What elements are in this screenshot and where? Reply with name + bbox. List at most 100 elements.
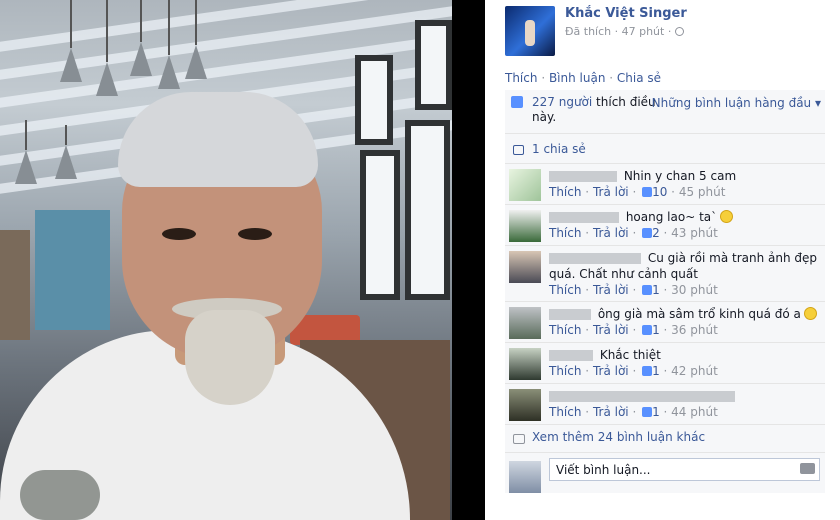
comment-like-link[interactable]: Thích xyxy=(549,283,581,297)
commenter-avatar[interactable] xyxy=(509,307,541,339)
view-more-comments-link[interactable]: Xem thêm 24 bình luận khác xyxy=(532,430,705,444)
person-eye-left xyxy=(162,228,196,240)
commenter-avatar[interactable] xyxy=(509,389,541,421)
comment-item: Cu già rồi mà tranh ảnh đẹp quá. Chất nh… xyxy=(505,246,825,302)
person-eye-right xyxy=(238,228,272,240)
comment-like-link[interactable]: Thích xyxy=(549,226,581,240)
comment-text: ông già mà sâm trổ kinh quá đó a xyxy=(597,307,801,321)
comment-composer: Viết bình luận... xyxy=(505,453,825,493)
commenter-name[interactable] xyxy=(549,350,593,361)
comment-item: hoang lao~ ta` Thích · Trả lời · 2 · 43 … xyxy=(505,205,825,246)
comment-like-link[interactable]: Thích xyxy=(549,323,581,337)
post-sidebar: Khắc Việt Singer Đã thích · 47 phút · Th… xyxy=(485,0,840,520)
smiley-icon xyxy=(803,307,817,320)
comment-reply-link[interactable]: Trả lời xyxy=(593,283,629,297)
share-icon xyxy=(513,145,524,155)
page-name[interactable]: Khắc Việt Singer xyxy=(565,6,687,21)
comment-input[interactable]: Viết bình luận... xyxy=(549,458,820,481)
comment-item: Thích · Trả lời · 1 · 44 phút xyxy=(505,384,825,425)
commenter-name[interactable] xyxy=(549,309,591,320)
comment-reply-link[interactable]: Trả lời xyxy=(593,364,629,378)
like-thumb-icon xyxy=(642,285,653,295)
comment-meta: Thích · Trả lời · 2 · 43 phút xyxy=(549,226,718,240)
comment-like-count[interactable]: 1 xyxy=(652,323,660,337)
commenter-avatar[interactable] xyxy=(509,348,541,380)
comment-reply-link[interactable]: Trả lời xyxy=(593,226,629,240)
comment-time[interactable]: 36 phút xyxy=(671,323,718,337)
shares-row: 1 chia sẻ xyxy=(505,134,825,164)
commenter-name[interactable] xyxy=(549,391,735,402)
commenter-name[interactable] xyxy=(549,171,617,182)
likes-summary: 227 người thích điều này. xyxy=(532,95,660,125)
share-action[interactable]: Chia sẻ xyxy=(617,71,661,85)
comment-body: Khắc thiệt Thích · Trả lời · 1 · 42 phút xyxy=(549,347,819,379)
comment-time[interactable]: 45 phút xyxy=(679,185,726,199)
comment-body: Nhin y chan 5 cam Thích · Trả lời · 10 ·… xyxy=(549,168,819,200)
comment-like-count[interactable]: 1 xyxy=(652,405,660,419)
person-hair xyxy=(118,92,318,187)
commenter-avatar[interactable] xyxy=(509,251,541,283)
like-thumb-icon xyxy=(511,96,523,108)
comment-body: Thích · Trả lời · 1 · 44 phút xyxy=(549,388,819,420)
photo-viewer xyxy=(0,0,485,520)
separator: · xyxy=(609,71,617,85)
smiley-icon xyxy=(720,210,734,223)
post-photo[interactable] xyxy=(0,0,452,520)
likes-count-link[interactable]: 227 người xyxy=(532,95,592,109)
comment-like-count[interactable]: 1 xyxy=(652,364,660,378)
comment-like-link[interactable]: Thích xyxy=(549,185,581,199)
comment-item: ông già mà sâm trổ kinh quá đó a Thích ·… xyxy=(505,302,825,343)
comment-like-count[interactable]: 2 xyxy=(652,226,660,240)
commenter-name[interactable] xyxy=(549,212,619,223)
comment-reply-link[interactable]: Trả lời xyxy=(593,185,629,199)
comment-time[interactable]: 44 phút xyxy=(671,405,718,419)
comment-reply-link[interactable]: Trả lời xyxy=(593,405,629,419)
comment-like-count[interactable]: 1 xyxy=(652,283,660,297)
like-action[interactable]: Thích xyxy=(505,71,537,85)
comment-meta: Thích · Trả lời · 1 · 30 phút xyxy=(549,283,718,297)
tattoo xyxy=(20,470,100,520)
commenter-name[interactable] xyxy=(549,253,641,264)
like-thumb-icon xyxy=(642,325,653,335)
commenter-avatar[interactable] xyxy=(509,210,541,242)
likes-row: 227 người thích điều này. Những bình luậ… xyxy=(505,90,825,134)
current-user-avatar xyxy=(509,461,541,493)
shares-count-link[interactable]: 1 chia sẻ xyxy=(532,142,586,156)
page-avatar[interactable] xyxy=(505,6,555,56)
like-thumb-icon xyxy=(642,228,653,238)
view-more-row: Xem thêm 24 bình luận khác xyxy=(505,425,825,453)
person-beard xyxy=(185,310,275,405)
comment-meta: Thích · Trả lời · 10 · 45 phút xyxy=(549,185,726,199)
comment-reply-link[interactable]: Trả lời xyxy=(593,323,629,337)
comment-item: Khắc thiệt Thích · Trả lời · 1 · 42 phút xyxy=(505,343,825,384)
post-meta-text: Đã thích · 47 phút · xyxy=(565,25,672,38)
comment-time[interactable]: 30 phút xyxy=(671,283,718,297)
comment-meta: Thích · Trả lời · 1 · 42 phút xyxy=(549,364,718,378)
comment-meta: Thích · Trả lời · 1 · 36 phút xyxy=(549,323,718,337)
feedback-panel: 227 người thích điều này. Những bình luậ… xyxy=(505,90,825,493)
comment-text: Nhin y chan 5 cam xyxy=(623,169,737,183)
like-thumb-icon xyxy=(642,187,653,197)
like-thumb-icon xyxy=(642,407,653,417)
globe-icon xyxy=(674,27,684,36)
comment-body: Cu già rồi mà tranh ảnh đẹp quá. Chất nh… xyxy=(549,250,819,298)
comment-icon xyxy=(513,434,525,444)
comment-body: hoang lao~ ta` Thích · Trả lời · 2 · 43 … xyxy=(549,209,819,241)
comment-item: Nhin y chan 5 cam Thích · Trả lời · 10 ·… xyxy=(505,164,825,205)
comment-meta: Thích · Trả lời · 1 · 44 phút xyxy=(549,405,718,419)
comment-text: hoang lao~ ta` xyxy=(625,210,718,224)
separator: · xyxy=(541,71,549,85)
comment-like-link[interactable]: Thích xyxy=(549,405,581,419)
camera-icon[interactable] xyxy=(800,463,815,474)
like-thumb-icon xyxy=(642,366,653,376)
comment-text: Khắc thiệt xyxy=(599,348,661,362)
comment-like-count[interactable]: 10 xyxy=(652,185,667,199)
post-meta: Đã thích · 47 phút · xyxy=(565,25,684,38)
comment-time[interactable]: 42 phút xyxy=(671,364,718,378)
comment-action[interactable]: Bình luận xyxy=(549,71,606,85)
commenter-avatar[interactable] xyxy=(509,169,541,201)
comment-body: ông già mà sâm trổ kinh quá đó a Thích ·… xyxy=(549,306,819,338)
comment-like-link[interactable]: Thích xyxy=(549,364,581,378)
comment-time[interactable]: 43 phút xyxy=(671,226,718,240)
top-comments-dropdown[interactable]: Những bình luận hàng đầu ▾ xyxy=(652,96,821,110)
